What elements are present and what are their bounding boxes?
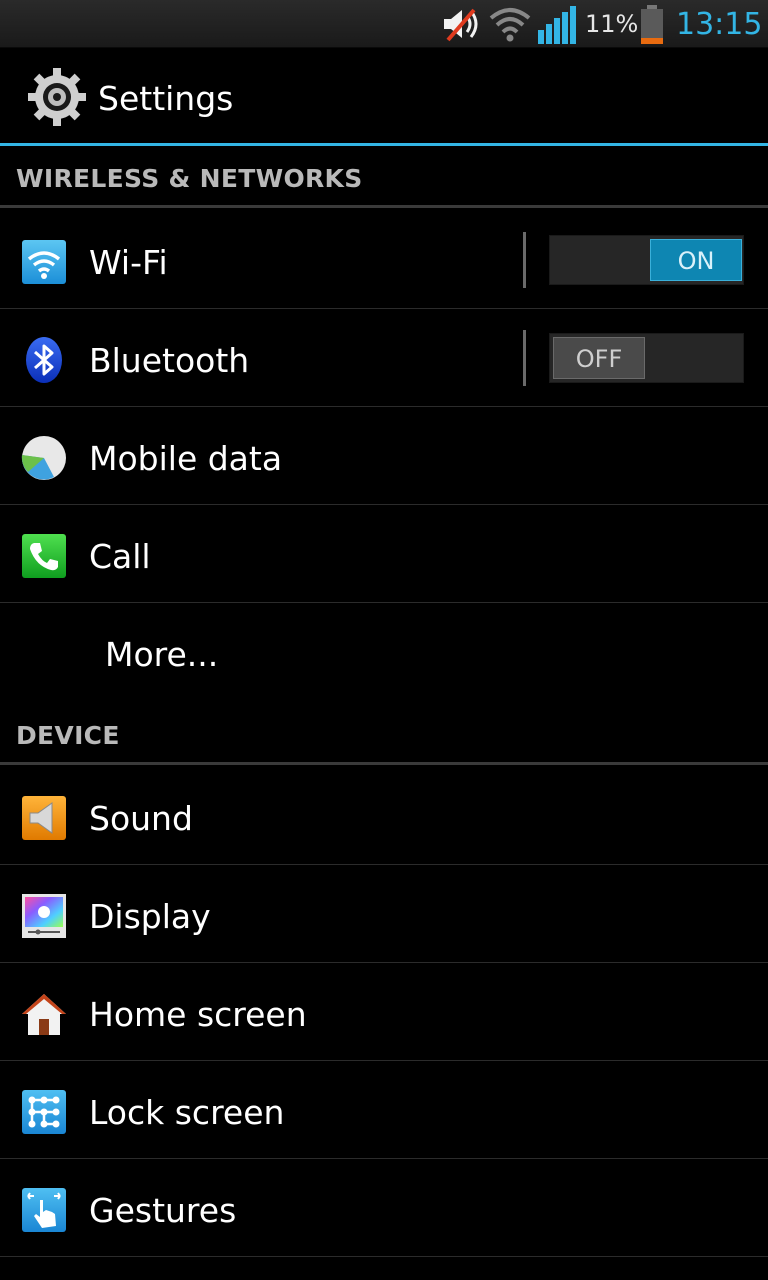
item-label: Gestures bbox=[89, 1191, 237, 1230]
section-divider bbox=[0, 762, 768, 765]
settings-item-display[interactable]: Display bbox=[0, 865, 768, 963]
divider bbox=[523, 232, 526, 288]
section-header: WIRELESS & NETWORKS bbox=[16, 164, 363, 193]
settings-item-home-screen[interactable]: Home screen bbox=[0, 963, 768, 1061]
item-label: More... bbox=[105, 635, 219, 674]
settings-gear-icon[interactable] bbox=[27, 67, 87, 127]
wifi-toggle[interactable]: ON bbox=[549, 235, 744, 285]
divider bbox=[523, 330, 526, 386]
clock: 13:15 bbox=[676, 7, 763, 42]
toggle-state: ON bbox=[650, 239, 742, 281]
settings-item-lock-screen[interactable]: Lock screen bbox=[0, 1061, 768, 1159]
settings-item-mobile-data[interactable]: Mobile data bbox=[0, 407, 768, 505]
section-wireless-networks: WIRELESS & NETWORKS bbox=[0, 146, 768, 208]
wifi-icon bbox=[22, 240, 66, 284]
item-label: Display bbox=[89, 897, 211, 936]
phone-icon bbox=[22, 534, 66, 578]
page-title: Settings bbox=[98, 79, 234, 118]
item-label: Call bbox=[89, 537, 151, 576]
item-label: Home screen bbox=[89, 995, 307, 1034]
action-bar: Settings bbox=[0, 49, 768, 143]
battery-low-icon bbox=[641, 5, 663, 44]
gesture-icon bbox=[22, 1188, 66, 1232]
item-label: Sound bbox=[89, 799, 193, 838]
display-icon bbox=[22, 894, 66, 938]
battery-percent: 11% bbox=[585, 10, 639, 38]
section-divider bbox=[0, 205, 768, 208]
mobile-data-icon bbox=[21, 436, 66, 480]
wifi-signal-icon bbox=[489, 8, 531, 42]
home-icon bbox=[22, 994, 66, 1035]
item-label: Bluetooth bbox=[89, 341, 250, 380]
settings-item-call[interactable]: Call bbox=[0, 505, 768, 603]
bluetooth-icon bbox=[26, 337, 62, 383]
settings-item-bluetooth[interactable]: Bluetooth OFF bbox=[0, 309, 768, 407]
settings-item-wifi[interactable]: Wi-Fi ON bbox=[0, 211, 768, 309]
status-bar: 11% 13:15 bbox=[0, 0, 768, 48]
settings-item-gestures[interactable]: Gestures bbox=[0, 1159, 768, 1257]
toggle-state: OFF bbox=[553, 337, 645, 379]
settings-item-sound[interactable]: Sound bbox=[0, 767, 768, 865]
cell-signal-icon bbox=[538, 6, 576, 44]
lock-screen-icon bbox=[22, 1090, 66, 1134]
settings-item-more[interactable]: More... bbox=[0, 603, 768, 701]
section-device: DEVICE bbox=[0, 701, 768, 765]
item-label: Mobile data bbox=[89, 439, 283, 478]
item-label: Lock screen bbox=[89, 1093, 285, 1132]
bluetooth-toggle[interactable]: OFF bbox=[549, 333, 744, 383]
row-divider bbox=[0, 1256, 768, 1257]
item-label: Wi-Fi bbox=[89, 243, 168, 282]
section-header: DEVICE bbox=[16, 721, 120, 750]
speaker-icon bbox=[22, 796, 66, 840]
mute-icon bbox=[444, 8, 478, 42]
